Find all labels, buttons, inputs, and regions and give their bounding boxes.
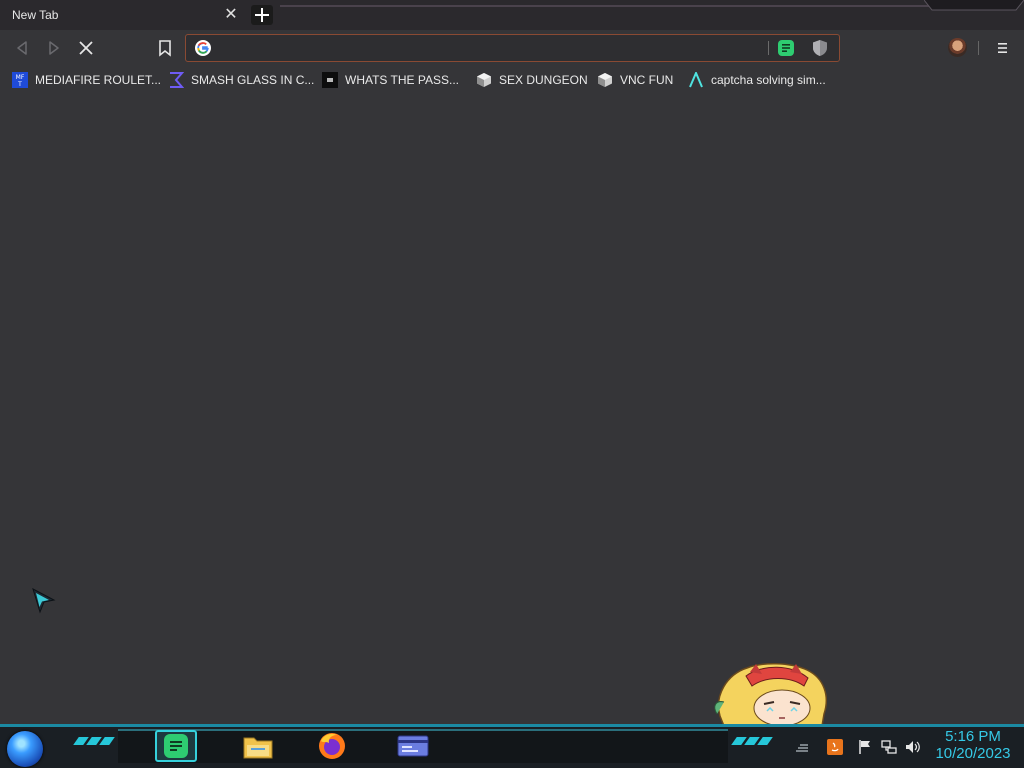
id-card-icon — [397, 735, 429, 757]
system-clock[interactable]: 5:16 PM 10/20/2023 — [928, 728, 1018, 762]
bookmark-item[interactable]: VNC FUN — [597, 70, 673, 90]
window-frame-ornament — [924, 0, 1024, 11]
clock-date: 10/20/2023 — [935, 745, 1011, 762]
new-tab-button[interactable] — [251, 5, 273, 25]
menu-button[interactable] — [992, 38, 1012, 58]
close-icon[interactable]: ✕ — [222, 6, 240, 24]
bookmark-item[interactable]: captcha solving sim... — [688, 70, 826, 90]
address-bar[interactable] — [185, 34, 840, 62]
stop-loading-icon — [79, 41, 93, 55]
taskbar-chevrons-left — [73, 737, 115, 745]
menu-icon — [998, 43, 1007, 53]
taskbar-accent-line — [0, 724, 1024, 727]
volume-icon[interactable] — [905, 739, 921, 755]
id-card-app-button[interactable] — [392, 730, 434, 762]
cube-icon — [477, 73, 491, 87]
google-icon — [195, 40, 211, 56]
plus-icon — [255, 8, 269, 22]
java-update-icon[interactable] — [827, 739, 843, 755]
folder-icon — [243, 737, 273, 759]
bookmark-item[interactable]: MF T MEDIAFIRE ROULET... — [12, 70, 161, 90]
bookmark-label: WHATS THE PASS... — [345, 73, 460, 87]
show-hidden-icons-icon[interactable] — [794, 739, 810, 755]
forward-button[interactable] — [44, 38, 64, 58]
stop-button[interactable] — [76, 38, 96, 58]
address-bar-divider — [768, 41, 769, 55]
file-explorer-button[interactable] — [237, 730, 279, 762]
character-sticker-image — [714, 663, 828, 726]
taskbar-chevrons-right — [731, 737, 773, 745]
bookmark-label: SMASH GLASS IN C... — [191, 73, 315, 87]
tab-strip: New Tab ✕ — [0, 0, 1024, 30]
bookmark-button[interactable] — [155, 38, 175, 58]
forward-arrow-icon — [49, 41, 59, 55]
bookmark-item[interactable]: WHATS THE PASS... — [322, 70, 459, 90]
bookmark-item[interactable]: SEX DUNGEON — [476, 70, 588, 90]
start-button[interactable] — [7, 731, 43, 767]
bookmark-icon — [159, 40, 171, 57]
chat-extension-icon[interactable] — [777, 39, 795, 57]
svg-text:MF: MF — [16, 74, 25, 81]
network-icon[interactable] — [881, 739, 897, 755]
firefox-button[interactable] — [311, 730, 353, 762]
chat-app-icon — [164, 734, 188, 758]
toolbar-divider — [978, 41, 979, 55]
mediafire-icon: MF T — [12, 72, 28, 88]
bookmark-label: SEX DUNGEON — [499, 73, 588, 87]
dark-square-icon — [322, 72, 338, 88]
bookmark-label: MEDIAFIRE ROULET... — [35, 73, 162, 87]
tab-title: New Tab — [12, 8, 59, 22]
profile-avatar[interactable] — [948, 38, 967, 57]
bookmarks-bar: MF T MEDIAFIRE ROULET... SMASH GLASS IN … — [0, 66, 1024, 94]
cube-icon — [598, 73, 612, 87]
tab-new-tab[interactable]: New Tab ✕ — [0, 0, 246, 30]
bookmark-label: captcha solving sim... — [711, 73, 826, 87]
taskbar: 5:16 PM 10/20/2023 — [0, 724, 1024, 768]
mouse-cursor-icon — [32, 588, 56, 614]
address-input[interactable] — [216, 38, 776, 58]
browser-toolbar — [0, 30, 1024, 66]
tab-strip-accent-line — [280, 5, 930, 7]
page-content — [0, 94, 1024, 726]
shield-icon[interactable] — [812, 39, 828, 57]
bookmark-label: VNC FUN — [620, 73, 674, 87]
lambda-icon — [689, 72, 703, 88]
sigma-icon — [170, 72, 184, 88]
firefox-icon — [319, 733, 345, 759]
messages-app-button[interactable] — [155, 730, 197, 762]
back-button[interactable] — [12, 38, 32, 58]
bookmark-item[interactable]: SMASH GLASS IN C... — [168, 70, 314, 90]
back-arrow-icon — [17, 41, 27, 55]
action-center-flag-icon[interactable] — [857, 739, 873, 755]
svg-text:T: T — [17, 81, 22, 88]
clock-time: 5:16 PM — [945, 728, 1001, 745]
